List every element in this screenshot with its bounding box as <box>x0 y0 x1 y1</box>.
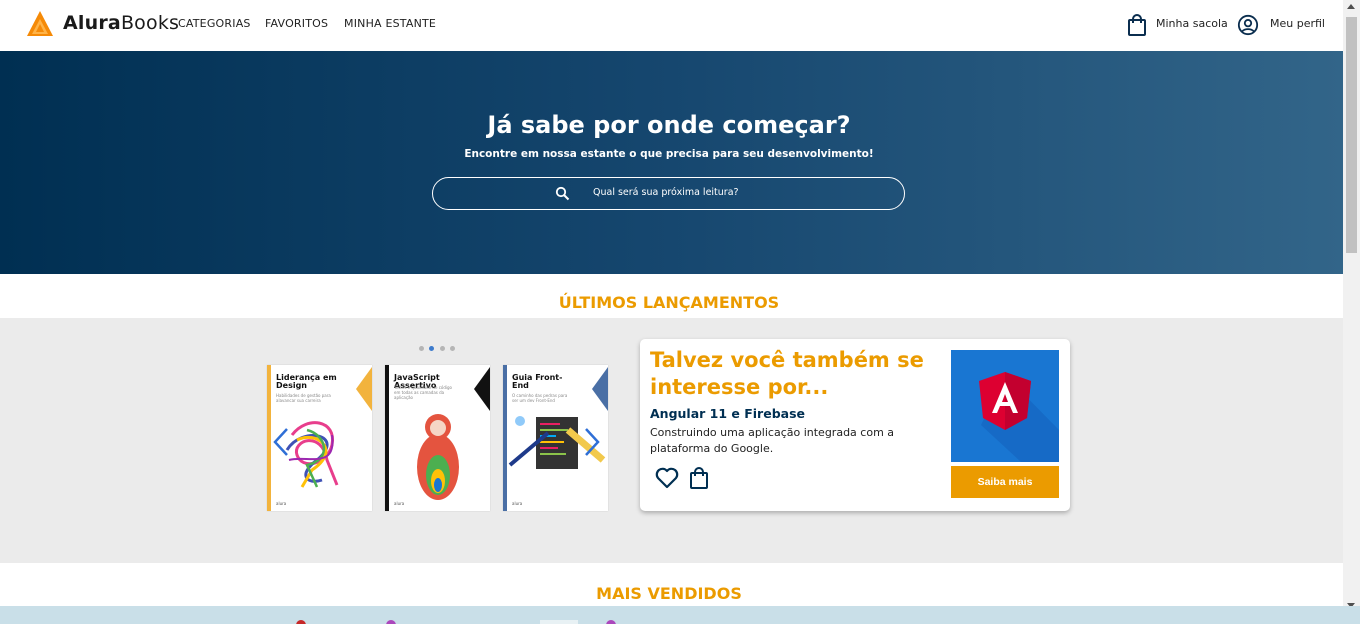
os-taskbar <box>0 606 1360 624</box>
top-header: AluraBooks CATEGORIAS FAVORITOS MINHA ES… <box>0 0 1343 51</box>
hero-banner: Já sabe por onde começar? Encontre em no… <box>0 51 1343 274</box>
user-profile-icon[interactable] <box>1237 13 1259 37</box>
taskbar-app-icon[interactable] <box>386 620 396 624</box>
releases-title: ÚLTIMOS LANÇAMENTOS <box>558 293 780 312</box>
book-spine <box>385 365 389 511</box>
search-placeholder: Qual será sua próxima leitura? <box>593 187 739 198</box>
taskbar-app-icon[interactable] <box>606 620 616 624</box>
book-subtitle: Habilidades de gestão para alavancar sua… <box>276 393 331 403</box>
book-subtitle: Testes e qualidade de código em todas as… <box>394 385 452 400</box>
book-title: Guia Front-End <box>512 373 563 390</box>
angular-logo-icon <box>979 372 1059 462</box>
taskbar-app-icon[interactable] <box>540 620 578 624</box>
shopping-bag-icon[interactable] <box>1126 13 1148 37</box>
matryoshka-illustration <box>417 414 459 500</box>
alurabooks-logo-icon[interactable] <box>26 10 54 38</box>
heart-icon[interactable] <box>654 465 680 491</box>
book-title: Liderança em Design <box>276 373 337 390</box>
page-scrollbar[interactable] <box>1343 0 1360 614</box>
carousel-dot[interactable] <box>440 346 445 351</box>
carousel-next-arrow-icon[interactable] <box>583 427 601 457</box>
book-cover-javascript[interactable]: JavaScript Assertivo Testes e qualidade … <box>385 365 490 511</box>
search-input[interactable]: Qual será sua próxima leitura? <box>432 177 905 210</box>
book-spine <box>267 365 271 511</box>
carousel-prev-arrow-icon[interactable] <box>272 427 290 457</box>
cover-chevron-decoration <box>356 367 372 411</box>
bag-label[interactable]: Minha sacola <box>1156 17 1228 30</box>
recommendation-card: Talvez você também se interesse por... A… <box>640 339 1070 511</box>
cover-chevron-decoration <box>474 367 490 411</box>
angular-book-cover[interactable] <box>951 350 1059 462</box>
book-publisher: alura <box>394 501 405 506</box>
nav-minha-estante[interactable]: MINHA ESTANTE <box>344 17 436 30</box>
scrollbar-thumb[interactable] <box>1346 17 1357 253</box>
brand-name[interactable]: AluraBooks <box>63 12 179 34</box>
scroll-up-arrow-icon[interactable] <box>1347 4 1355 9</box>
nav-favoritos[interactable]: FAVORITOS <box>265 17 328 30</box>
saiba-mais-button[interactable]: Saiba mais <box>951 466 1059 498</box>
book-subtitle: O caminho das pedras para ser um dev Fro… <box>512 393 568 403</box>
nav-categorias[interactable]: CATEGORIAS <box>178 17 251 30</box>
book-publisher: alura <box>276 501 287 506</box>
carousel-dot[interactable] <box>450 346 455 351</box>
bestsellers-title: MAIS VENDIDOS <box>596 584 742 603</box>
profile-label[interactable]: Meu perfil <box>1270 17 1325 30</box>
carousel-dot-active[interactable] <box>429 346 434 351</box>
recommendation-title: Talvez você também se interesse por... <box>650 348 924 399</box>
taskbar-app-icon[interactable] <box>296 620 306 624</box>
carousel-dot[interactable] <box>419 346 424 351</box>
bag-icon[interactable] <box>686 465 712 491</box>
cover-chevron-decoration <box>592 367 608 411</box>
hero-title: Já sabe por onde começar? <box>487 111 851 139</box>
search-icon <box>555 186 570 201</box>
book-publisher: alura <box>512 501 523 506</box>
recommended-book-description: Construindo uma aplicação integrada com … <box>650 426 895 455</box>
book-spine <box>503 365 507 511</box>
hero-subtitle: Encontre em nossa estante o que precisa … <box>464 148 874 160</box>
recommended-book-title[interactable]: Angular 11 e Firebase <box>650 406 805 421</box>
